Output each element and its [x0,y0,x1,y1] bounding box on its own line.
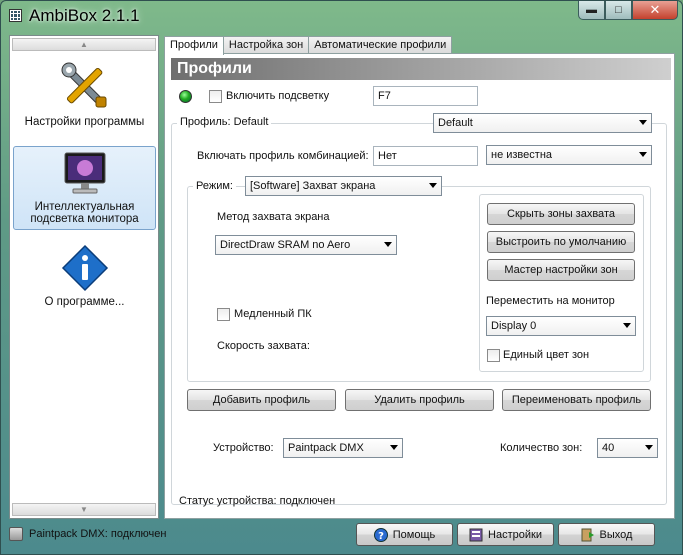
main-panel: Профили Включить подсветку F7 Профиль: D… [164,53,675,519]
sidebar-item-backlight[interactable]: Интеллектуальная подсветка монитора [13,146,156,230]
hotkey-input[interactable]: F7 [373,86,478,106]
chevron-down-icon [623,323,631,328]
profile-combo-label: Включать профиль комбинацией: [197,150,369,162]
profile-select[interactable]: Default [433,113,652,133]
slow-pc-label: Медленный ПК [234,308,312,320]
device-status-icon [9,527,23,541]
help-label: Помощь [392,528,436,541]
enable-backlight-label: Включить подсветку [226,90,330,102]
chevron-down-icon [390,445,398,450]
sidebar-item-settings[interactable]: Настройки программы [13,54,156,136]
app-window: AmbiBox 2.1.1 ▬ □ ✕ ▲ Настройки программ… [0,0,683,555]
scroll-down-button[interactable]: ▼ [12,503,156,516]
settings-icon [469,528,483,542]
statusbar-text: Paintpack DMX: подключен [29,528,167,540]
single-color-label: Единый цвет зон [503,349,590,361]
monitor-select-value: Display 0 [491,320,537,332]
chevron-down-icon [639,120,647,125]
sidebar: ▲ Настройки программы Интеллектуальная п… [9,35,159,519]
zone-wizard-button[interactable]: Мастер настройки зон [487,259,635,281]
svg-text:?: ? [378,531,384,542]
sidebar-item-label: Настройки программы [24,116,145,128]
capture-speed-label: Скорость захвата: [217,340,310,352]
settings-label: Настройки [488,528,542,541]
sidebar-item-label: О программе... [44,296,125,308]
device-select[interactable]: Paintpack DMX [283,438,403,458]
help-button[interactable]: ? Помощь [356,523,453,546]
maximize-button[interactable]: □ [605,1,632,20]
minimize-button[interactable]: ▬ [578,1,605,20]
info-icon [59,244,111,292]
monitor-select[interactable]: Display 0 [486,316,636,336]
capture-method-label: Метод захвата экрана [217,211,330,223]
chevron-down-icon [645,445,653,450]
capture-method-select[interactable]: DirectDraw SRAM no Aero [215,235,397,255]
sidebar-item-label: Интеллектуальная подсветка монитора [30,201,139,225]
slow-pc-checkbox[interactable] [217,308,230,321]
sidebar-item-about[interactable]: О программе... [13,238,156,320]
enable-backlight-checkbox[interactable] [209,90,222,103]
profile-label: Профиль: Default [177,116,272,128]
single-color-checkbox[interactable] [487,349,500,362]
tab-profiles[interactable]: Профили [164,36,224,55]
rename-profile-button[interactable]: Переименовать профиль [502,389,651,411]
exit-button[interactable]: Выход [558,523,655,546]
zone-count-label: Количество зон: [500,442,583,454]
tools-icon [59,60,111,112]
section-title: Профили [171,58,671,80]
settings-button[interactable]: Настройки [457,523,554,546]
close-button[interactable]: ✕ [632,1,678,20]
delete-profile-button[interactable]: Удалить профиль [345,389,494,411]
tab-auto-profiles[interactable]: Автоматические профили [308,36,453,54]
profile-select-value: Default [438,117,473,129]
help-icon: ? [373,527,388,542]
add-profile-button[interactable]: Добавить профиль [187,389,336,411]
monitor-icon [59,151,111,197]
default-zones-button[interactable]: Выстроить по умолчанию [487,231,635,253]
profile-combo-input[interactable]: Нет [373,146,478,166]
key-combo-select-value: не известна [491,149,553,161]
exit-label: Выход [599,528,633,541]
capture-method-value: DirectDraw SRAM no Aero [220,239,351,251]
zone-count-select[interactable]: 40 [597,438,658,458]
move-to-monitor-label: Переместить на монитор [486,295,615,307]
status-led-icon [179,90,192,103]
chevron-down-icon [639,152,647,157]
chevron-down-icon [429,183,437,188]
titlebar[interactable]: AmbiBox 2.1.1 ▬ □ ✕ [1,1,683,31]
device-label: Устройство: [213,442,274,454]
window-title: AmbiBox 2.1.1 [29,6,140,25]
tab-zones[interactable]: Настройка зон [222,36,310,54]
chevron-down-icon [384,242,392,247]
scroll-up-button[interactable]: ▲ [12,38,156,51]
tab-bar: Профили Настройка зон Автоматические про… [164,36,453,55]
device-select-value: Paintpack DMX [288,442,364,454]
key-combo-select[interactable]: не известна [486,145,652,165]
app-icon [9,9,22,22]
window-controls: ▬ □ ✕ [578,1,678,21]
hide-zones-button[interactable]: Скрыть зоны захвата [487,203,635,225]
zone-count-value: 40 [602,442,615,454]
device-status-text: Статус устройства: подключен [179,495,336,507]
mode-select[interactable]: [Software] Захват экрана [245,176,442,196]
statusbar: Paintpack DMX: подключен [9,523,166,545]
exit-icon [581,528,595,542]
mode-select-value: [Software] Захват экрана [250,180,376,192]
mode-label: Режим: [193,180,236,192]
